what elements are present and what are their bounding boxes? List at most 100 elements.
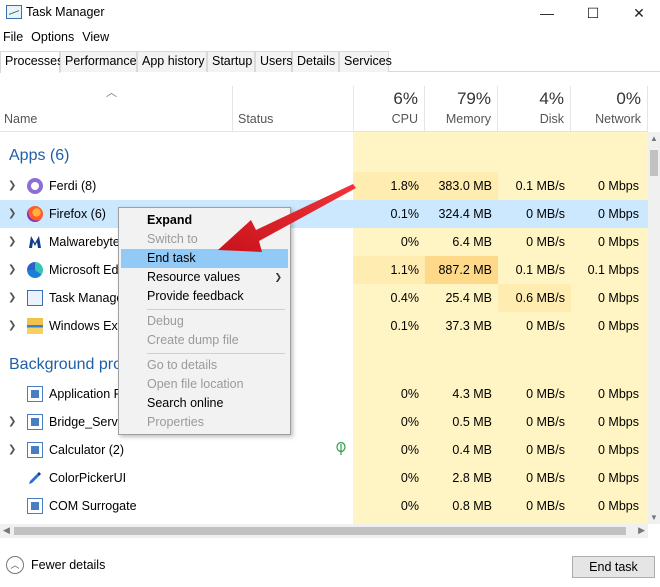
memory-value: 0.8 MB [452, 499, 492, 513]
tab-services[interactable]: Services [339, 51, 392, 72]
network-value: 0 Mbps [598, 179, 639, 193]
scroll-thumb[interactable] [650, 150, 658, 176]
horizontal-scrollbar[interactable]: ◀ ▶ [0, 524, 648, 538]
red-annotation-arrow-icon [218, 184, 356, 252]
malwarebytes-icon [29, 236, 41, 248]
cpu-value: 0.1% [390, 319, 420, 333]
cpu-total: 6% [393, 89, 418, 108]
table-row[interactable]: ❯ Calculator (2) 0% 0.4 MB 0 MB/s 0 Mbps [0, 436, 648, 464]
maximize-button[interactable]: ☐ [570, 0, 616, 26]
menu-item-open-file-location: Open file location [147, 377, 244, 391]
disk-value: 0 MB/s [526, 415, 565, 429]
cpu-value: 1.1% [390, 263, 420, 277]
chevron-right-icon[interactable]: ❯ [8, 292, 16, 303]
task-manager-icon [27, 290, 43, 306]
disk-value: 0.1 MB/s [515, 263, 565, 277]
chevron-right-icon[interactable]: ❯ [8, 180, 16, 191]
minimize-button[interactable]: — [524, 0, 570, 26]
process-name: Microsoft Ed [49, 263, 119, 277]
menu-separator [147, 309, 285, 310]
memory-value: 6.4 MB [452, 235, 492, 249]
fewer-details-label: Fewer details [31, 558, 106, 572]
scroll-left-icon[interactable]: ◀ [3, 525, 10, 536]
scroll-thumb[interactable] [14, 527, 626, 535]
chevron-right-icon[interactable]: ❯ [8, 264, 16, 275]
table-row[interactable]: COM Surrogate 0% 0.8 MB 0 MB/s 0 Mbps [0, 492, 648, 520]
close-button[interactable]: ✕ [616, 0, 660, 26]
column-header-network[interactable]: 0% Network [571, 86, 648, 132]
column-header-cpu[interactable]: 6% CPU [353, 86, 425, 132]
tab-users[interactable]: Users [255, 51, 293, 72]
network-value: 0 Mbps [598, 207, 639, 221]
chevron-right-icon[interactable]: ❯ [8, 236, 16, 247]
color-picker-icon [29, 472, 41, 484]
network-value: 0 Mbps [598, 415, 639, 429]
vertical-scrollbar[interactable]: ▲ ▼ [648, 132, 660, 524]
disk-value: 0.1 MB/s [515, 179, 565, 193]
table-row[interactable]: ❯ Windows Exp 0.1% 37.3 MB 0 MB/s 0 Mbps [0, 312, 648, 340]
menu-options[interactable]: Options [27, 28, 78, 48]
menu-file[interactable]: File [0, 28, 27, 48]
title-bar: Task Manager — ☐ ✕ [0, 0, 660, 26]
fewer-details-button[interactable]: ︿ Fewer details [6, 556, 105, 574]
scroll-up-icon[interactable]: ▲ [650, 134, 658, 143]
submenu-arrow-icon: ❯ [274, 272, 282, 282]
table-row[interactable]: Application F 0% 4.3 MB 0 MB/s 0 Mbps [0, 380, 648, 408]
process-name: Windows Exp [49, 319, 125, 333]
edge-icon [27, 262, 43, 278]
tab-app-history[interactable]: App history [137, 51, 207, 72]
network-value: 0 Mbps [598, 471, 639, 485]
menu-item-search-online[interactable]: Search online [121, 394, 288, 413]
table-row[interactable]: ❯ Bridge_Servic 0% 0.5 MB 0 MB/s 0 Mbps [0, 408, 648, 436]
tab-startup[interactable]: Startup [207, 51, 255, 72]
menu-item-create-dump-file: Create dump file [147, 333, 239, 347]
table-row[interactable]: ❯ Task Manage 0.4% 25.4 MB 0.6 MB/s 0 Mb… [0, 284, 648, 312]
disk-total: 4% [539, 89, 564, 108]
memory-value: 4.3 MB [452, 387, 492, 401]
network-value: 0 Mbps [598, 387, 639, 401]
process-name: Ferdi (8) [49, 179, 97, 193]
tab-bar: Processes Performance App history Startu… [0, 51, 660, 73]
cpu-label: CPU [391, 112, 418, 126]
network-value: 0 Mbps [598, 443, 639, 457]
chevron-right-icon[interactable]: ❯ [8, 416, 16, 427]
disk-value: 0 MB/s [526, 443, 565, 457]
end-task-button[interactable]: End task [572, 556, 655, 578]
table-row[interactable]: ColorPickerUI 0% 2.8 MB 0 MB/s 0 Mbps [0, 464, 648, 492]
column-header-memory[interactable]: 79% Memory [425, 86, 498, 132]
disk-value: 0 MB/s [526, 207, 565, 221]
chevron-right-icon[interactable]: ❯ [8, 320, 16, 331]
column-header-status[interactable]: Status [238, 112, 273, 126]
explorer-icon [27, 318, 43, 334]
network-value: 0 Mbps [598, 319, 639, 333]
task-manager-icon [6, 5, 22, 19]
process-name: Malwarebyte [49, 235, 120, 249]
sort-caret-icon: ︿ [106, 87, 117, 99]
tab-processes[interactable]: Processes [0, 51, 63, 73]
process-name: Calculator (2) [49, 443, 125, 457]
chevron-right-icon[interactable]: ❯ [8, 208, 16, 219]
disk-value: 0 MB/s [526, 235, 565, 249]
menu-view[interactable]: View [78, 28, 113, 48]
scroll-right-icon[interactable]: ▶ [638, 525, 645, 536]
calculator-icon [27, 442, 43, 458]
column-header-disk[interactable]: 4% Disk [498, 86, 571, 132]
window-title: Task Manager [26, 5, 105, 19]
memory-label: Memory [445, 112, 491, 126]
column-divider [232, 86, 233, 132]
menu-item-resource-values[interactable]: Resource values ❯ [121, 268, 288, 287]
menu-bar: File Options View [0, 28, 113, 48]
app-window-icon [27, 498, 43, 514]
footer-bar: ︿ Fewer details End task [0, 548, 660, 587]
disk-value: 0.6 MB/s [515, 291, 565, 305]
tab-details[interactable]: Details [292, 51, 339, 72]
chevron-right-icon[interactable]: ❯ [8, 444, 16, 455]
column-header-name[interactable]: Name [4, 112, 37, 126]
network-total: 0% [616, 89, 641, 108]
scroll-down-icon[interactable]: ▼ [650, 513, 658, 522]
menu-item-properties: Properties [147, 415, 204, 429]
tab-performance[interactable]: Performance [60, 51, 137, 72]
menu-item-provide-feedback[interactable]: Provide feedback [121, 287, 288, 306]
memory-value: 0.4 MB [452, 443, 492, 457]
menu-item-debug: Debug [147, 314, 184, 328]
